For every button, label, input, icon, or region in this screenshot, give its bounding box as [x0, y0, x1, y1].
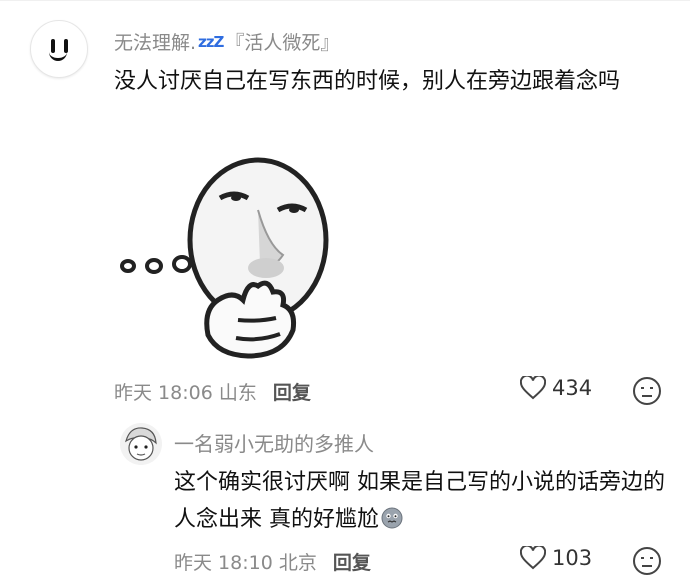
- comment-username[interactable]: 无法理解. zzZ 『活人微死』: [114, 28, 339, 55]
- comment-time: 昨天 18:06: [114, 382, 213, 404]
- reply-time: 昨天 18:10: [174, 552, 273, 574]
- username-suffix: 『活人微死』: [225, 32, 340, 54]
- zzz-icon: zzZ: [198, 33, 224, 51]
- reply-like-button[interactable]: 103: [520, 546, 592, 570]
- heart-outline-icon: [520, 376, 546, 400]
- reply-meta: 昨天 18:10 北京 回复: [174, 548, 371, 575]
- reply-location: 北京: [278, 552, 317, 574]
- reply-avatar[interactable]: [120, 423, 162, 465]
- username-prefix: 无法理解.: [114, 32, 197, 54]
- thinking-face-sticker: [108, 150, 342, 364]
- dislike-face-icon[interactable]: [632, 376, 662, 406]
- comment-location: 山东: [218, 382, 257, 404]
- anime-avatar-icon: [120, 423, 162, 465]
- heart-outline-icon: [520, 546, 546, 570]
- reply-reply-button[interactable]: 回复: [333, 552, 371, 574]
- reply-text: 这个确实很讨厌啊 如果是自己写的小说的话旁边的人念出来 真的好尴尬: [174, 464, 674, 538]
- avatar[interactable]: [30, 20, 88, 78]
- like-count: 434: [552, 376, 593, 400]
- reply-text-body: 这个确实很讨厌啊 如果是自己写的小说的话旁边的人念出来 真的好尴尬: [174, 470, 665, 532]
- dislike-face-icon[interactable]: [632, 546, 662, 576]
- avatar-mouth: [49, 48, 67, 61]
- comment-text: 没人讨厌自己在写东西的时候，别人在旁边跟着念吗: [114, 69, 621, 94]
- like-button[interactable]: 434: [520, 376, 592, 400]
- reply-button[interactable]: 回复: [273, 382, 311, 404]
- sticker-image[interactable]: [108, 150, 342, 364]
- top-divider: [0, 0, 690, 1]
- reply-like-count: 103: [552, 546, 593, 570]
- comment-meta: 昨天 18:06 山东 回复: [114, 378, 311, 405]
- reply-username[interactable]: 一名弱小无助的多推人: [174, 428, 374, 457]
- awkward-face-emoji: [381, 507, 403, 529]
